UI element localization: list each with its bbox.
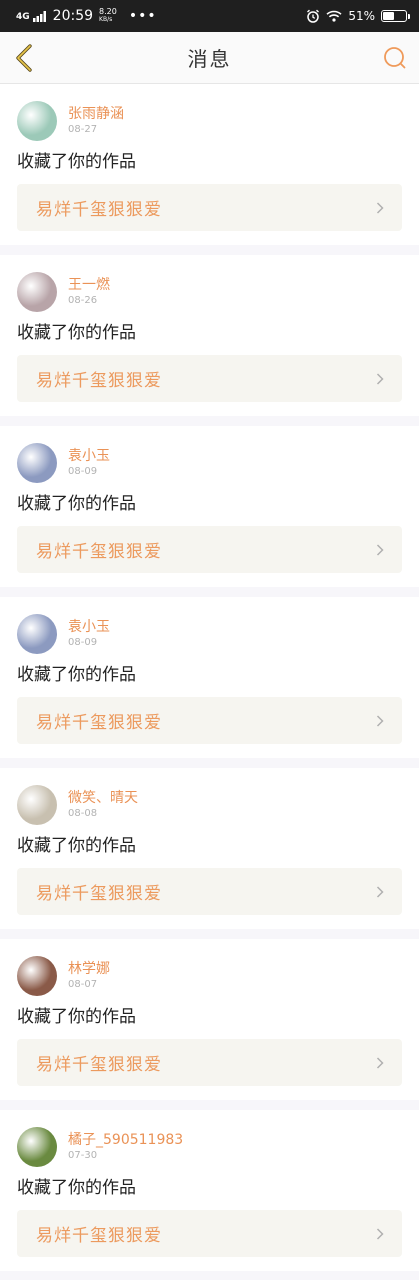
work-title: 易烊千玺狠狠爱 <box>36 884 162 904</box>
search-icon <box>384 46 406 68</box>
message-header: 林学娜 08-07 <box>17 955 402 997</box>
chevron-left-icon <box>16 43 32 72</box>
network-label: 4G <box>16 11 30 22</box>
work-card[interactable]: 易烊千玺狠狠爱 <box>17 1039 402 1086</box>
work-card[interactable]: 易烊千玺狠狠爱 <box>17 1210 402 1257</box>
message-header: 微笑、晴天 08-08 <box>17 784 402 826</box>
message-list: 张雨静涵 08-27 收藏了你的作品 易烊千玺狠狠爱 王一燃 08-26 收藏了… <box>0 84 419 1280</box>
work-card[interactable]: 易烊千玺狠狠爱 <box>17 355 402 402</box>
user-name[interactable]: 林学娜 <box>68 960 110 978</box>
chevron-right-icon <box>376 543 384 556</box>
message-date: 07-30 <box>68 1150 98 1161</box>
action-text: 收藏了你的作品 <box>17 1178 136 1198</box>
action-text: 收藏了你的作品 <box>17 1007 136 1027</box>
user-meta: 橘子_590511983 07-30 <box>68 1131 183 1163</box>
action-text: 收藏了你的作品 <box>17 494 136 514</box>
user-meta: 微笑、晴天 08-08 <box>68 789 138 821</box>
signal-icon: 4G <box>16 10 47 22</box>
chevron-right-icon <box>376 714 384 727</box>
message-date: 08-09 <box>68 466 98 477</box>
chevron-right-icon <box>376 885 384 898</box>
status-bar: 4G 20:59 8.20 KB/s ••• 51% <box>0 0 419 32</box>
page-title: 消息 <box>187 47 232 71</box>
more-notifications-icon: ••• <box>128 8 157 24</box>
work-card[interactable]: 易烊千玺狠狠爱 <box>17 526 402 573</box>
message-header: 王一燃 08-26 <box>17 271 402 313</box>
avatar[interactable] <box>17 443 57 483</box>
work-card[interactable]: 易烊千玺狠狠爱 <box>17 868 402 915</box>
action-text: 收藏了你的作品 <box>17 323 136 343</box>
message-date: 08-27 <box>68 124 98 135</box>
user-name[interactable]: 微笑、晴天 <box>68 789 138 807</box>
nav-bar: 消息 <box>0 32 419 84</box>
status-bar-left: 4G 20:59 8.20 KB/s ••• <box>16 8 157 25</box>
avatar[interactable] <box>17 956 57 996</box>
clock: 20:59 <box>52 8 94 24</box>
action-text: 收藏了你的作品 <box>17 152 136 172</box>
message-date: 08-07 <box>68 979 98 990</box>
message-header: 张雨静涵 08-27 <box>17 100 402 142</box>
work-card[interactable]: 易烊千玺狠狠爱 <box>17 184 402 231</box>
user-meta: 林学娜 08-07 <box>68 960 110 992</box>
message-item: 袁小玉 08-09 收藏了你的作品 易烊千玺狠狠爱 <box>0 426 419 597</box>
work-title: 易烊千玺狠狠爱 <box>36 713 162 733</box>
user-meta: 袁小玉 08-09 <box>68 447 110 479</box>
speed-unit: KB/s <box>99 16 113 23</box>
battery-icon <box>381 10 410 22</box>
work-card[interactable]: 易烊千玺狠狠爱 <box>17 697 402 744</box>
user-name[interactable]: 袁小玉 <box>68 618 110 636</box>
message-item: 张雨静涵 08-27 收藏了你的作品 易烊千玺狠狠爱 <box>0 84 419 255</box>
avatar[interactable] <box>17 101 57 141</box>
message-item: 王一燃 08-26 收藏了你的作品 易烊千玺狠狠爱 <box>0 255 419 426</box>
work-title: 易烊千玺狠狠爱 <box>36 1055 162 1075</box>
action-text: 收藏了你的作品 <box>17 836 136 856</box>
avatar[interactable] <box>17 785 57 825</box>
alarm-icon <box>307 9 320 23</box>
user-name[interactable]: 橘子_590511983 <box>68 1131 183 1149</box>
chevron-right-icon <box>376 201 384 214</box>
speed-value: 8.20 <box>99 7 117 16</box>
battery-level <box>383 12 395 20</box>
avatar[interactable] <box>17 272 57 312</box>
avatar[interactable] <box>17 1127 57 1167</box>
message-header: 橘子_590511983 07-30 <box>17 1126 402 1168</box>
message-item: 袁小玉 08-09 收藏了你的作品 易烊千玺狠狠爱 <box>0 597 419 768</box>
user-meta: 张雨静涵 08-27 <box>68 105 124 137</box>
message-item: 橘子_590511983 07-30 收藏了你的作品 易烊千玺狠狠爱 <box>0 1110 419 1280</box>
message-date: 08-08 <box>68 808 98 819</box>
work-title: 易烊千玺狠狠爱 <box>36 1226 162 1246</box>
search-button[interactable] <box>383 46 407 70</box>
chevron-right-icon <box>376 372 384 385</box>
back-button[interactable] <box>12 43 36 72</box>
work-title: 易烊千玺狠狠爱 <box>36 371 162 391</box>
message-item: 微笑、晴天 08-08 收藏了你的作品 易烊千玺狠狠爱 <box>0 768 419 939</box>
battery-percent: 51% <box>348 9 375 23</box>
status-bar-right: 51% <box>306 9 410 23</box>
user-meta: 王一燃 08-26 <box>68 276 110 308</box>
message-date: 08-26 <box>68 295 98 306</box>
user-meta: 袁小玉 08-09 <box>68 618 110 650</box>
chevron-right-icon <box>376 1227 384 1240</box>
user-name[interactable]: 王一燃 <box>68 276 110 294</box>
action-text: 收藏了你的作品 <box>17 665 136 685</box>
network-speed: 8.20 KB/s <box>99 8 117 24</box>
work-title: 易烊千玺狠狠爱 <box>36 200 162 220</box>
message-item: 林学娜 08-07 收藏了你的作品 易烊千玺狠狠爱 <box>0 939 419 1110</box>
chevron-right-icon <box>376 1056 384 1069</box>
user-name[interactable]: 张雨静涵 <box>68 105 124 123</box>
message-header: 袁小玉 08-09 <box>17 442 402 484</box>
message-date: 08-09 <box>68 637 98 648</box>
wifi-icon <box>326 10 342 22</box>
message-header: 袁小玉 08-09 <box>17 613 402 655</box>
user-name[interactable]: 袁小玉 <box>68 447 110 465</box>
avatar[interactable] <box>17 614 57 654</box>
work-title: 易烊千玺狠狠爱 <box>36 542 162 562</box>
